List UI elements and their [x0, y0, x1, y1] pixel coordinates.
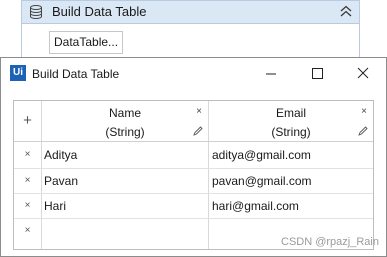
- maximize-icon[interactable]: [294, 58, 340, 90]
- column-header-email[interactable]: Email (String) ×: [209, 101, 373, 142]
- delete-row-button[interactable]: ×: [14, 194, 41, 219]
- edit-pencil-icon[interactable]: [193, 126, 203, 136]
- remove-column-icon[interactable]: ×: [196, 106, 202, 117]
- cell-email[interactable]: aditya@gmail.com: [209, 143, 373, 168]
- delete-row-button[interactable]: ×: [14, 143, 41, 168]
- uipath-logo-icon: Ui: [10, 65, 26, 81]
- watermark: CSDN @rpazj_Rain: [281, 236, 379, 248]
- close-icon[interactable]: [340, 58, 386, 90]
- cell-name[interactable]: Hari: [41, 194, 208, 219]
- table-row: × Aditya aditya@gmail.com: [14, 143, 373, 168]
- table-row: × Pavan pavan@gmail.com: [14, 169, 373, 194]
- edit-pencil-icon[interactable]: [358, 126, 368, 136]
- collapse-chevron-icon[interactable]: [336, 3, 356, 21]
- cell-email[interactable]: pavan@gmail.com: [209, 169, 373, 194]
- cell-email[interactable]: hari@gmail.com: [209, 194, 373, 219]
- table-row: × Hari hari@gmail.com: [14, 194, 373, 219]
- column-type: (String): [105, 125, 145, 139]
- cell-name[interactable]: Aditya: [41, 143, 208, 168]
- activity-header[interactable]: Build Data Table: [22, 1, 359, 24]
- column-name: Email: [275, 106, 306, 120]
- dialog-title: Build Data Table: [32, 67, 120, 81]
- build-data-table-activity[interactable]: Build Data Table DataTable...: [21, 0, 360, 62]
- column-name: Name: [108, 106, 141, 120]
- activity-title: Build Data Table: [52, 4, 147, 19]
- title-bar[interactable]: Ui Build Data Table: [1, 58, 386, 90]
- cell-name[interactable]: Pavan: [41, 169, 208, 194]
- data-table-grid: + Name (String) × Email (String) × × Adi…: [13, 100, 374, 250]
- minimize-icon[interactable]: [248, 58, 294, 90]
- add-column-button[interactable]: +: [14, 101, 41, 142]
- datatable-button[interactable]: DataTable...: [49, 31, 124, 54]
- build-data-table-dialog: Ui Build Data Table + Name (String) × Em…: [0, 57, 387, 257]
- cell-name[interactable]: [41, 219, 208, 244]
- column-type: (String): [271, 125, 311, 139]
- delete-row-button[interactable]: ×: [14, 169, 41, 194]
- grid-header: + Name (String) × Email (String) ×: [14, 101, 373, 142]
- column-header-name[interactable]: Name (String) ×: [42, 101, 208, 142]
- delete-row-button[interactable]: ×: [14, 219, 41, 244]
- database-icon: [30, 5, 42, 20]
- remove-column-icon[interactable]: ×: [361, 106, 367, 117]
